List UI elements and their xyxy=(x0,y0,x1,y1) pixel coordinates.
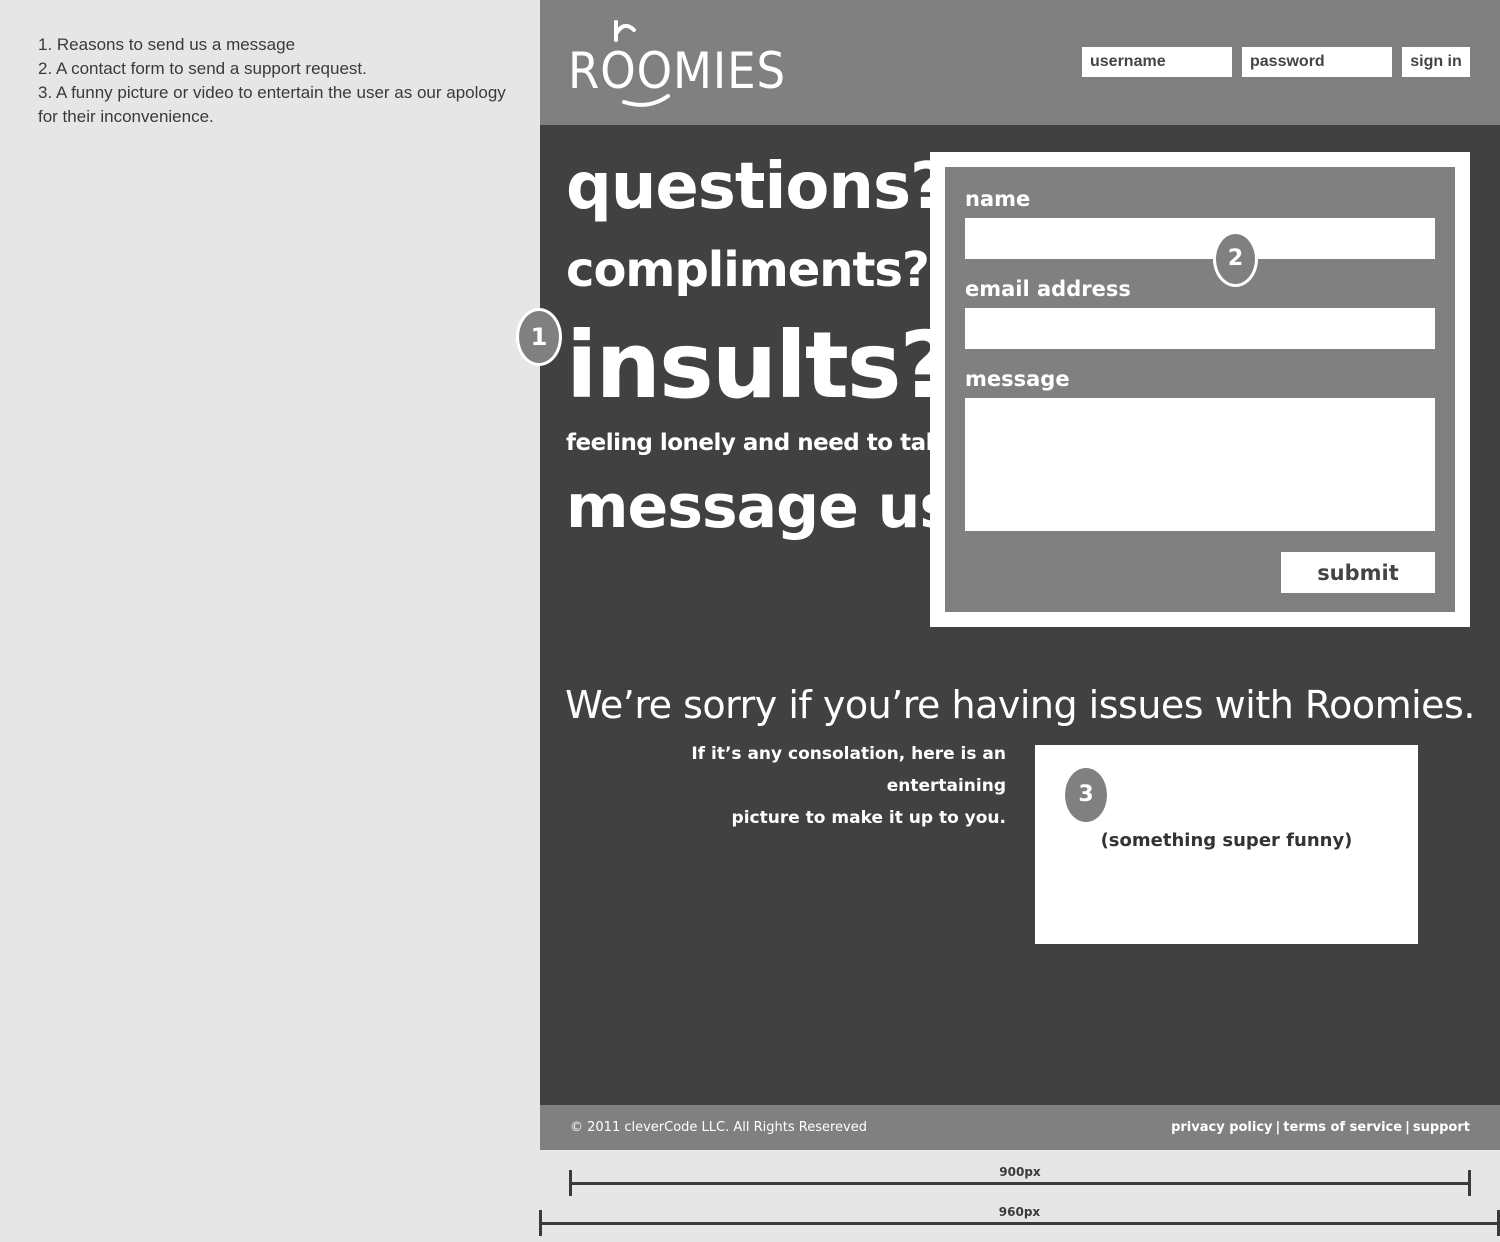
footer-separator: | xyxy=(1405,1120,1410,1135)
logo-text: ROOMIES xyxy=(568,42,786,100)
footer: © 2011 cleverCode LLC. All Rights Resere… xyxy=(540,1105,1500,1150)
note-1: 1. Reasons to send us a message xyxy=(38,35,296,54)
ruler-900-label: 900px xyxy=(999,1165,1041,1179)
ruler-line xyxy=(569,1182,1471,1185)
contact-form: name email address message submit xyxy=(930,152,1470,627)
page-canvas: ROOMIES sign in questions? compliments? … xyxy=(540,0,1500,1150)
message-textarea[interactable] xyxy=(965,398,1435,531)
note-3: 3. A funny picture or video to entertain… xyxy=(38,83,506,126)
roomies-logo[interactable]: ROOMIES xyxy=(568,18,793,108)
name-label: name xyxy=(965,187,1031,211)
password-input[interactable] xyxy=(1242,47,1392,77)
privacy-policy-link[interactable]: privacy policy xyxy=(1171,1120,1272,1135)
ruler-960-label: 960px xyxy=(998,1205,1041,1219)
consolation-line-1: If it’s any consolation, here is an ente… xyxy=(691,744,1006,796)
copyright-text: © 2011 cleverCode LLC. All Rights Resere… xyxy=(570,1120,867,1135)
ruler-900: 900px xyxy=(569,1165,1471,1196)
hero-message-us: message us! xyxy=(566,472,981,542)
ruler-960: 960px xyxy=(539,1205,1500,1236)
email-label: email address xyxy=(965,277,1131,301)
contact-form-panel: name email address message submit xyxy=(945,167,1455,612)
annotation-marker-3: 3 xyxy=(1065,768,1107,822)
header: ROOMIES sign in xyxy=(540,0,1500,125)
email-input[interactable] xyxy=(965,308,1435,349)
hero-insults: insults? xyxy=(566,312,953,419)
annotation-marker-2: 2 xyxy=(1213,231,1258,287)
username-input[interactable] xyxy=(1082,47,1232,77)
message-label: message xyxy=(965,367,1070,391)
hero-lonely: feeling lonely and need to talk? xyxy=(566,430,961,456)
terms-of-service-link[interactable]: terms of service xyxy=(1283,1120,1402,1135)
annotation-marker-1: 1 xyxy=(516,308,562,366)
footer-separator: | xyxy=(1275,1120,1281,1135)
hero-compliments: compliments? xyxy=(566,242,930,298)
ruler-line xyxy=(539,1222,1500,1225)
annotation-notes: 1. Reasons to send us a message 2. A con… xyxy=(38,33,508,129)
sign-in-button[interactable]: sign in xyxy=(1402,47,1470,77)
note-2: 2. A contact form to send a support requ… xyxy=(38,59,367,78)
hero-questions: questions? xyxy=(566,150,947,224)
support-link[interactable]: support xyxy=(1413,1120,1470,1135)
consolation-text: If it’s any consolation, here is an ente… xyxy=(580,738,1006,834)
submit-button[interactable]: submit xyxy=(1281,552,1435,593)
sorry-heading: We’re sorry if you’re having issues with… xyxy=(565,683,1475,727)
name-input[interactable] xyxy=(965,218,1435,259)
consolation-line-2: picture to make it up to you. xyxy=(731,808,1006,828)
funny-caption: (something super funny) xyxy=(1100,830,1353,851)
footer-links: privacy policy | terms of service | support xyxy=(1171,1120,1470,1135)
